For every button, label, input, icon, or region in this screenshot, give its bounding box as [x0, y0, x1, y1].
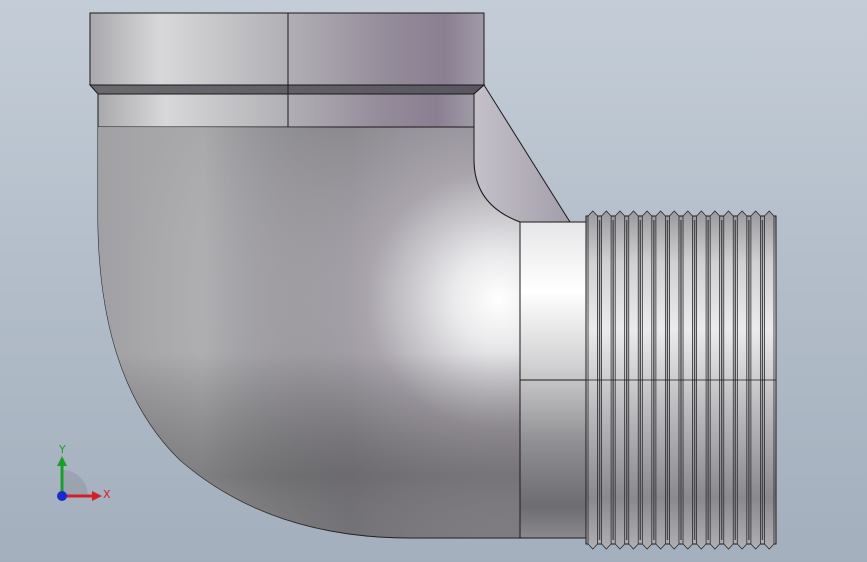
thread-neck [519, 221, 590, 539]
elbow-body [97, 126, 521, 539]
top-socket [88, 12, 486, 128]
graphics-viewport[interactable]: Y X [0, 0, 867, 562]
coordinate-triad: Y X [57, 443, 111, 501]
y-axis-label: Y [58, 443, 66, 456]
x-axis-label: X [103, 488, 111, 501]
z-axis-dot [57, 491, 67, 501]
elbow-fitting-model[interactable] [0, 0, 867, 562]
